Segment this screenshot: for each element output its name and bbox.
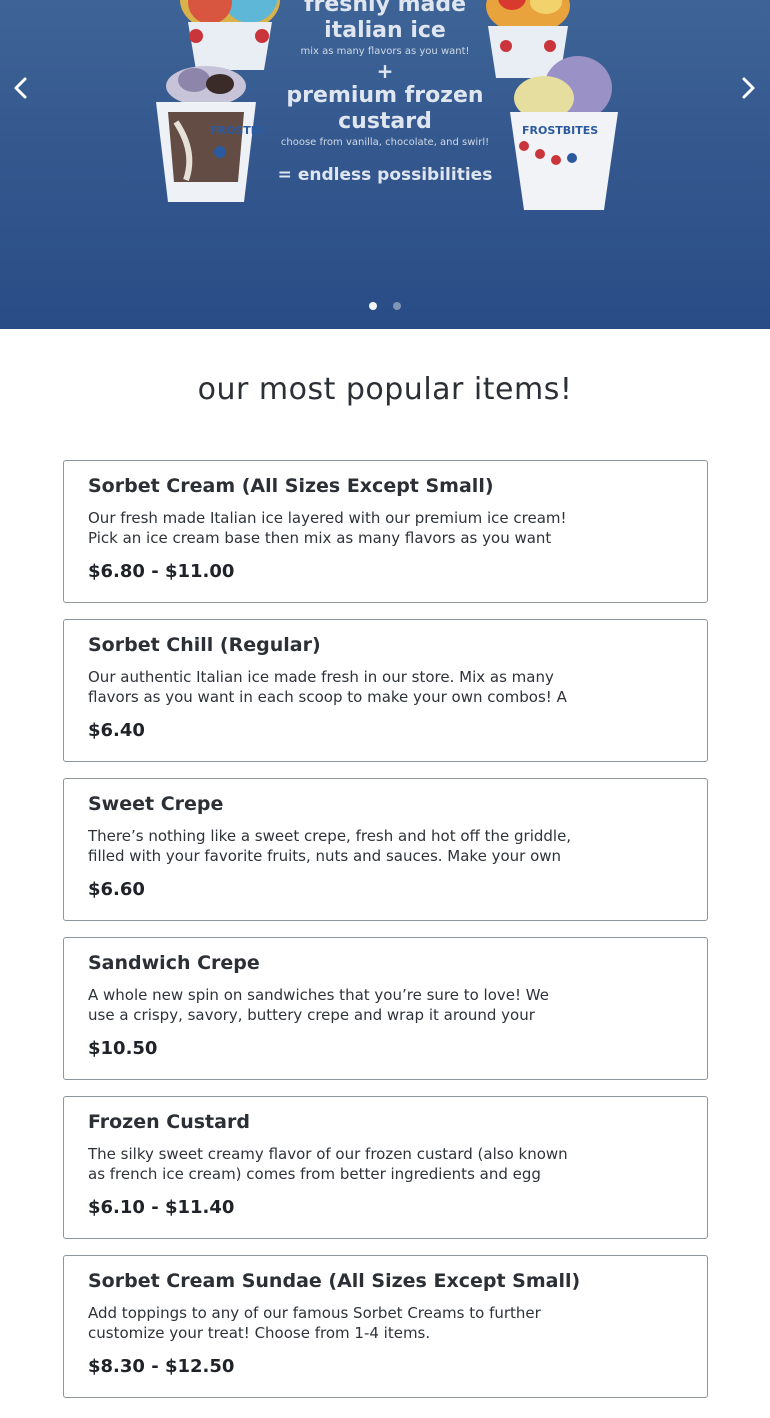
item-name: Sorbet Cream Sundae (All Sizes Except Sm… [88,1270,581,1292]
item-price: $8.30 - $12.50 [88,1356,235,1377]
item-price: $6.40 [88,720,145,741]
hero-promo-text: freshly made italian ice mix as many fla… [0,0,770,188]
item-price: $6.10 - $11.40 [88,1197,235,1218]
item-price: $10.50 [88,1038,158,1059]
hero-line-3: mix as many flavors as you want! [300,46,470,57]
chevron-right-icon [742,77,755,99]
item-name: Sweet Crepe [88,793,224,815]
hero-line-4: premium frozen [286,83,484,108]
hero-line-1: freshly made [303,0,467,17]
hero-line-6: choose from vanilla, chocolate, and swir… [280,137,490,148]
popular-items-list: Sorbet Cream (All Sizes Except Small) Ou… [63,460,708,1414]
carousel-prev-button[interactable] [5,72,37,104]
carousel-next-button[interactable] [732,72,764,104]
item-price: $6.60 [88,879,145,900]
menu-item-card[interactable]: Sorbet Chill (Regular) Our authentic Ita… [63,619,708,762]
item-name: Sandwich Crepe [88,952,260,974]
menu-item-card[interactable]: Sorbet Cream (All Sizes Except Small) Ou… [63,460,708,603]
menu-item-card[interactable]: Sweet Crepe There’s nothing like a sweet… [63,778,708,921]
item-name: Sorbet Cream (All Sizes Except Small) [88,475,494,497]
section-title: our most popular items! [197,372,573,407]
hero-plus: + [376,59,394,83]
carousel-dot-1[interactable] [369,302,377,310]
item-description: The silky sweet creamy flavor of our fro… [88,1145,568,1183]
carousel-indicators [0,302,770,310]
item-description: Our fresh made Italian ice layered with … [88,509,567,547]
hero-line-2: italian ice [324,18,446,43]
item-description: Our authentic Italian ice made fresh in … [88,668,567,706]
item-name: Frozen Custard [88,1111,250,1133]
hero-line-5: custard [338,109,432,134]
carousel-dot-2[interactable] [393,302,401,310]
item-price: $6.80 - $11.00 [88,561,235,582]
item-description: A whole new spin on sandwiches that you’… [88,986,549,1024]
item-description: There’s nothing like a sweet crepe, fres… [88,827,572,865]
item-description: Add toppings to any of our famous Sorbet… [88,1304,541,1342]
menu-item-card[interactable]: Sandwich Crepe A whole new spin on sandw… [63,937,708,1080]
hero-line-7: = endless possibilities [277,165,493,185]
item-name: Sorbet Chill (Regular) [88,634,321,656]
hero-carousel[interactable]: FROSTBITES FROSTBITES freshly made itali… [0,0,770,329]
menu-item-card[interactable]: Sorbet Cream Sundae (All Sizes Except Sm… [63,1255,708,1398]
menu-item-card[interactable]: Frozen Custard The silky sweet creamy fl… [63,1096,708,1239]
chevron-left-icon [14,77,27,99]
